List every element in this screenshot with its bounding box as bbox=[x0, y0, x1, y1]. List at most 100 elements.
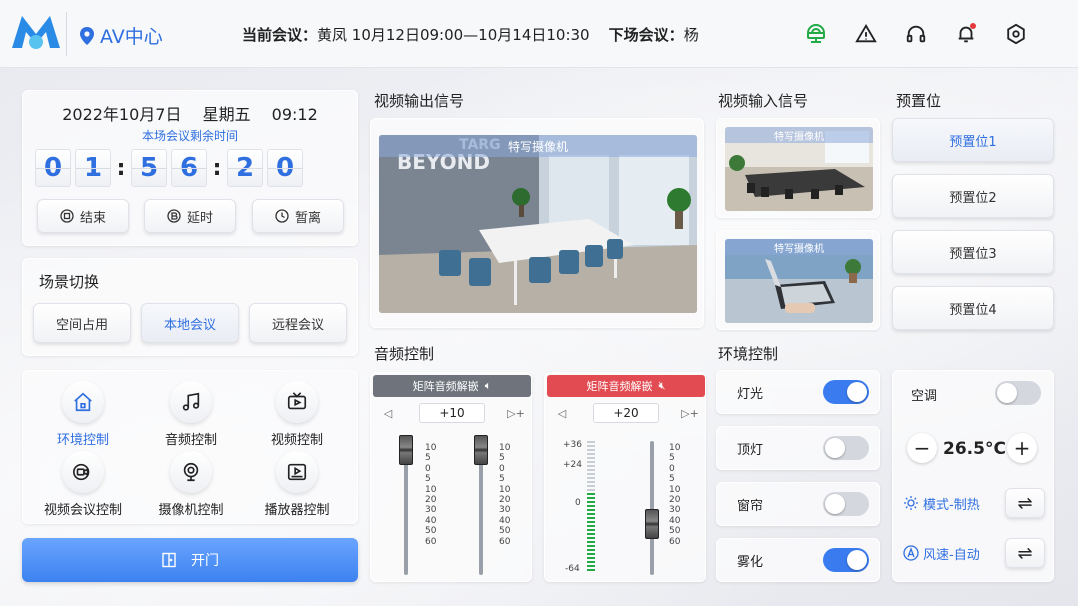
current-time: 09:12 bbox=[271, 105, 318, 124]
speaker-icon: 🔈︎ bbox=[484, 379, 492, 392]
temp-minus-button[interactable]: − bbox=[907, 433, 937, 463]
clock-icon bbox=[275, 209, 289, 223]
meter-segment bbox=[587, 489, 595, 491]
network-status-icon[interactable] bbox=[802, 20, 830, 48]
open-door-button[interactable]: 开门 bbox=[22, 538, 358, 582]
ac-fan-switch-button[interactable]: ⇌ bbox=[1005, 538, 1045, 568]
fader-scale: 10 5 0 5 10 20 30 40 50 60 bbox=[425, 443, 437, 547]
preset-button-2[interactable]: 预置位2 bbox=[892, 174, 1054, 218]
volume-down-icon[interactable]: ◁ bbox=[377, 407, 399, 420]
scene-button-label: 远程会议 bbox=[271, 317, 324, 333]
env-item-label: 雾化 bbox=[737, 554, 764, 570]
preset-button-3[interactable]: 预置位3 bbox=[892, 230, 1054, 274]
countdown-digit: 5 bbox=[131, 149, 167, 187]
meter-segment bbox=[587, 465, 595, 467]
env-title: 环境控制 bbox=[718, 345, 779, 363]
video-in-preview-2[interactable]: 特写摄像机 bbox=[725, 239, 873, 323]
meter-segment bbox=[587, 513, 595, 515]
meter-segment bbox=[587, 497, 595, 499]
fog-toggle[interactable] bbox=[823, 548, 869, 572]
settings-icon[interactable] bbox=[1002, 20, 1030, 48]
temp-plus-button[interactable]: + bbox=[1007, 433, 1037, 463]
fader-knob-right[interactable] bbox=[474, 435, 488, 465]
meter-segment bbox=[587, 461, 595, 463]
video-out-panel: BEYOND TARG 特写摄像机 bbox=[370, 118, 704, 328]
volume-down-icon[interactable]: ◁ bbox=[551, 407, 573, 420]
fader-knob-left[interactable] bbox=[399, 435, 413, 465]
meter-segment bbox=[587, 481, 595, 483]
preset-button-1[interactable]: 预置位1 bbox=[892, 118, 1054, 162]
leave-button[interactable]: 暂离 bbox=[252, 199, 344, 233]
headset-icon[interactable] bbox=[902, 20, 930, 48]
scene-button-remote[interactable]: 远程会议 bbox=[249, 303, 347, 343]
notification-badge bbox=[970, 23, 976, 29]
meter-segment bbox=[587, 553, 595, 555]
notification-bell-icon[interactable] bbox=[952, 20, 980, 48]
function-camera-control[interactable]: 摄像机控制 bbox=[139, 451, 243, 518]
function-player-control[interactable]: 播放器控制 bbox=[245, 451, 349, 518]
function-label: 音频控制 bbox=[164, 433, 217, 448]
countdown-separator: : bbox=[116, 155, 126, 181]
ac-toggle[interactable] bbox=[995, 381, 1041, 405]
meter-scale-bottom: -64 bbox=[565, 564, 580, 574]
meter-segment bbox=[587, 557, 595, 559]
volume-up-icon[interactable]: ▷+ bbox=[505, 407, 527, 420]
ac-mode-switch-button[interactable]: ⇌ bbox=[1005, 488, 1045, 518]
curtain-toggle[interactable] bbox=[823, 492, 869, 516]
tv-icon bbox=[276, 381, 318, 423]
audio-channel-label: 矩阵音频解嵌 bbox=[586, 380, 653, 393]
preset-label: 预置位4 bbox=[949, 302, 997, 318]
meter-segment bbox=[587, 505, 595, 507]
date-line: 2022年10月7日 星期五 09:12 bbox=[23, 101, 357, 125]
player-icon bbox=[276, 451, 318, 493]
ac-fan-label: 风速-自动 bbox=[923, 547, 980, 563]
preset-label: 预置位3 bbox=[949, 246, 997, 262]
function-label: 视频控制 bbox=[270, 433, 323, 448]
webcam-icon bbox=[170, 451, 212, 493]
preset-button-4[interactable]: 预置位4 bbox=[892, 286, 1054, 330]
meter-segment bbox=[587, 529, 595, 531]
function-env-control[interactable]: 环境控制 bbox=[31, 381, 135, 448]
meter-segment bbox=[587, 521, 595, 523]
location-selector[interactable]: AV中心 bbox=[80, 22, 163, 49]
meter-scale-24: +24 bbox=[563, 460, 582, 470]
fader-track[interactable] bbox=[650, 441, 654, 575]
ac-label: 空调 bbox=[911, 389, 938, 404]
ac-fan-row: 风速-自动 ⇌ bbox=[903, 535, 1045, 571]
light-toggle[interactable] bbox=[823, 380, 869, 404]
home-icon bbox=[62, 381, 104, 423]
meter-segment bbox=[587, 493, 595, 495]
scene-button-local[interactable]: 本地会议 bbox=[141, 303, 239, 343]
video-in-title: 视频输入信号 bbox=[718, 92, 809, 110]
swap-icon: ⇌ bbox=[1017, 542, 1033, 564]
current-meeting-value: 黄凤 10月12日09:00—10月14日10:30 bbox=[317, 26, 590, 44]
scene-button-occupy[interactable]: 空间占用 bbox=[33, 303, 131, 343]
audio-title: 音频控制 bbox=[374, 345, 435, 363]
volume-up-icon[interactable]: ▷+ bbox=[679, 407, 701, 420]
function-label: 视频会议控制 bbox=[43, 503, 122, 518]
function-video-control[interactable]: 视频控制 bbox=[245, 381, 349, 448]
header-bar: AV中心 当前会议：黄凤 10月12日09:00—10月14日10:30 下场会… bbox=[0, 0, 1078, 68]
function-video-conference[interactable]: 视频会议控制 bbox=[31, 451, 135, 518]
meter-segment bbox=[587, 569, 595, 571]
scene-title: 场景切换 bbox=[39, 273, 100, 291]
countdown-digit: 6 bbox=[171, 149, 207, 187]
video-out-preview[interactable]: BEYOND TARG 特写摄像机 bbox=[379, 135, 697, 313]
end-button[interactable]: 结束 bbox=[37, 199, 129, 233]
ceiling-light-toggle[interactable] bbox=[823, 436, 869, 460]
video-in-camera-label: 特写摄像机 bbox=[725, 239, 873, 255]
remaining-time-label: 本场会议剩余时间 bbox=[141, 129, 238, 143]
video-out-title: 视频输出信号 bbox=[374, 92, 465, 110]
warning-icon[interactable] bbox=[852, 20, 880, 48]
env-item-curtain: 窗帘 bbox=[716, 482, 880, 526]
function-audio-control[interactable]: 音频控制 bbox=[139, 381, 243, 448]
fader-knob[interactable] bbox=[645, 509, 659, 539]
meter-segment bbox=[587, 533, 595, 535]
countdown-separator: : bbox=[212, 155, 222, 181]
meter-segment bbox=[587, 449, 595, 451]
video-in-preview-1[interactable]: 特写摄像机 bbox=[725, 127, 873, 211]
end-icon bbox=[60, 209, 74, 223]
meter-scale-0: 0 bbox=[575, 498, 581, 508]
extend-button[interactable]: 延时 bbox=[144, 199, 236, 233]
env-item-ceiling: 顶灯 bbox=[716, 426, 880, 470]
